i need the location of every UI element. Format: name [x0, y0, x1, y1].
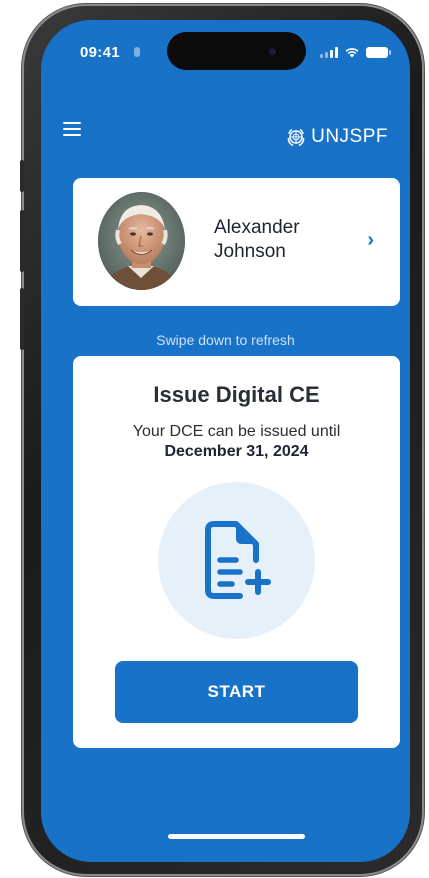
brand-logo: UNJSPF [285, 126, 388, 148]
dynamic-island [167, 32, 306, 70]
card-description: Your DCE can be issued until [132, 423, 341, 440]
profile-first-name: Alexander [214, 217, 300, 238]
app-screen: 09:41 UNJSPF Alexander Johnson › Swipe d… [41, 20, 410, 862]
document-add-icon [205, 521, 271, 599]
card-title: Issue Digital CE [153, 382, 320, 407]
refresh-hint: Swipe down to refresh [156, 332, 295, 348]
avatar-portrait [98, 192, 185, 290]
status-time: 09:41 [80, 44, 120, 61]
start-button[interactable]: START [115, 661, 358, 723]
status-icons [320, 44, 391, 60]
phone-volume-down-button [20, 288, 24, 350]
profile-last-name: Johnson [214, 241, 286, 262]
phone-volume-up-button [20, 210, 24, 272]
profile-card[interactable]: Alexander Johnson › [73, 178, 400, 306]
phone-action-button [20, 160, 24, 192]
issue-dce-card: Issue Digital CE Your DCE can be issued … [73, 356, 400, 748]
card-deadline-date: December 31, 2024 [164, 443, 309, 460]
un-emblem-icon [287, 128, 305, 147]
chevron-right-icon[interactable]: › [367, 230, 374, 250]
home-indicator[interactable] [168, 834, 305, 839]
cellular-signal-icon [320, 46, 338, 58]
brand-name: UNJSPF [311, 126, 388, 147]
status-indicator-dot [134, 47, 140, 57]
wifi-icon [345, 48, 359, 58]
profile-name: Alexander Johnson [214, 216, 344, 264]
app-header: UNJSPF [41, 120, 410, 150]
hamburger-menu-icon[interactable] [63, 122, 81, 136]
avatar [98, 192, 185, 290]
document-icon-circle [158, 482, 315, 639]
status-bar: 09:41 [41, 20, 410, 80]
battery-icon [366, 46, 391, 58]
camera-icon [269, 48, 276, 55]
